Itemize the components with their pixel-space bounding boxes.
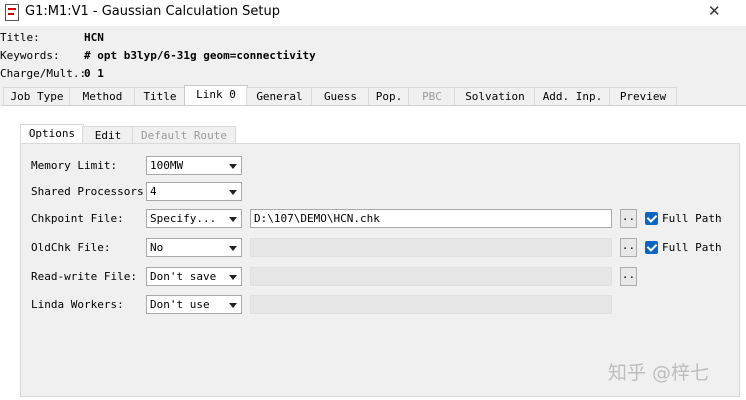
oldchk-path-input <box>250 238 612 257</box>
oldchk-full-path-label[interactable]: Full Path <box>662 241 722 254</box>
chevron-down-icon <box>229 190 237 195</box>
watermark: 知乎 @梓七 <box>608 362 710 384</box>
readwrite-mode-value: Don't save <box>150 270 217 283</box>
tab-pop[interactable]: Pop. <box>368 87 410 105</box>
title-label: Title: <box>0 31 40 44</box>
readwrite-browse-button[interactable]: .. <box>620 267 637 286</box>
tab-general[interactable]: General <box>246 87 313 105</box>
tab-pbc: PBC <box>408 87 456 105</box>
oldchk-file-label: OldChk File: <box>31 241 111 254</box>
chkpoint-full-path-checkbox[interactable] <box>645 212 658 225</box>
tab-add-inp[interactable]: Add. Inp. <box>534 87 611 105</box>
charge-label: Charge/Mult.: <box>0 67 87 80</box>
tab-method[interactable]: Method <box>69 87 136 105</box>
memory-limit-label: Memory Limit: <box>31 159 118 172</box>
oldchk-full-path-checkbox[interactable] <box>645 241 658 254</box>
keywords-label: Keywords: <box>0 49 60 62</box>
title-value[interactable]: HCN <box>84 31 104 44</box>
linda-workers-value: Don't use <box>150 298 210 311</box>
chkpoint-file-label: Chkpoint File: <box>31 212 124 225</box>
chkpoint-browse-button[interactable]: .. <box>620 209 637 228</box>
chkpoint-mode-value: Specify... <box>150 212 217 225</box>
tab-guess[interactable]: Guess <box>311 87 370 105</box>
charge-value[interactable]: 0 1 <box>84 67 104 80</box>
job-header: Title: HCN Keywords: # opt b3lyp/6-31g g… <box>0 26 746 86</box>
linda-workers-combo[interactable]: Don't use <box>146 295 242 314</box>
chevron-down-icon <box>229 217 237 222</box>
chevron-down-icon <box>229 303 237 308</box>
linda-workers-input <box>250 295 612 314</box>
chevron-down-icon <box>229 275 237 280</box>
shared-processors-value: 4 <box>150 185 157 198</box>
tab-job-type[interactable]: Job Type <box>3 87 71 105</box>
oldchk-mode-combo[interactable]: No <box>146 238 242 257</box>
subtab-default-route: Default Route <box>132 126 236 144</box>
window-title: G1:M1:V1 - Gaussian Calculation Setup <box>25 4 280 19</box>
memory-limit-combo[interactable]: 100MW <box>146 156 242 175</box>
linda-workers-label: Linda Workers: <box>31 298 124 311</box>
close-icon[interactable]: ✕ <box>708 2 721 20</box>
document-icon <box>5 4 19 21</box>
tab-title[interactable]: Title <box>134 87 186 105</box>
link0-panel: Options Edit Default Route Memory Limit:… <box>2 105 746 400</box>
subtab-options[interactable]: Options <box>20 124 84 144</box>
shared-processors-label: Shared Processors: <box>31 185 151 198</box>
chevron-down-icon <box>229 246 237 251</box>
tab-preview[interactable]: Preview <box>609 87 677 105</box>
tab-solvation[interactable]: Solvation <box>454 87 536 105</box>
chevron-down-icon <box>229 164 237 169</box>
oldchk-mode-value: No <box>150 241 164 254</box>
chkpoint-full-path-label[interactable]: Full Path <box>662 212 722 225</box>
chkpoint-mode-combo[interactable]: Specify... <box>146 209 242 228</box>
oldchk-browse-button[interactable]: .. <box>620 238 637 257</box>
chkpoint-path-input[interactable]: D:\107\DEMO\HCN.chk <box>250 209 612 228</box>
chkpoint-path-value: D:\107\DEMO\HCN.chk <box>254 212 380 225</box>
readwrite-file-label: Read-write File: <box>31 270 137 283</box>
shared-processors-combo[interactable]: 4 <box>146 182 242 201</box>
keywords-value[interactable]: # opt b3lyp/6-31g geom=connectivity <box>84 49 316 62</box>
window-titlebar: G1:M1:V1 - Gaussian Calculation Setup ✕ <box>0 0 746 25</box>
tab-link0[interactable]: Link 0 <box>184 85 248 107</box>
readwrite-path-input <box>250 267 612 286</box>
readwrite-mode-combo[interactable]: Don't save <box>146 267 242 286</box>
memory-limit-value: 100MW <box>150 159 184 172</box>
main-tabbar: Job Type Method Title Link 0 General Gue… <box>0 85 746 107</box>
subtab-edit[interactable]: Edit <box>82 126 134 144</box>
